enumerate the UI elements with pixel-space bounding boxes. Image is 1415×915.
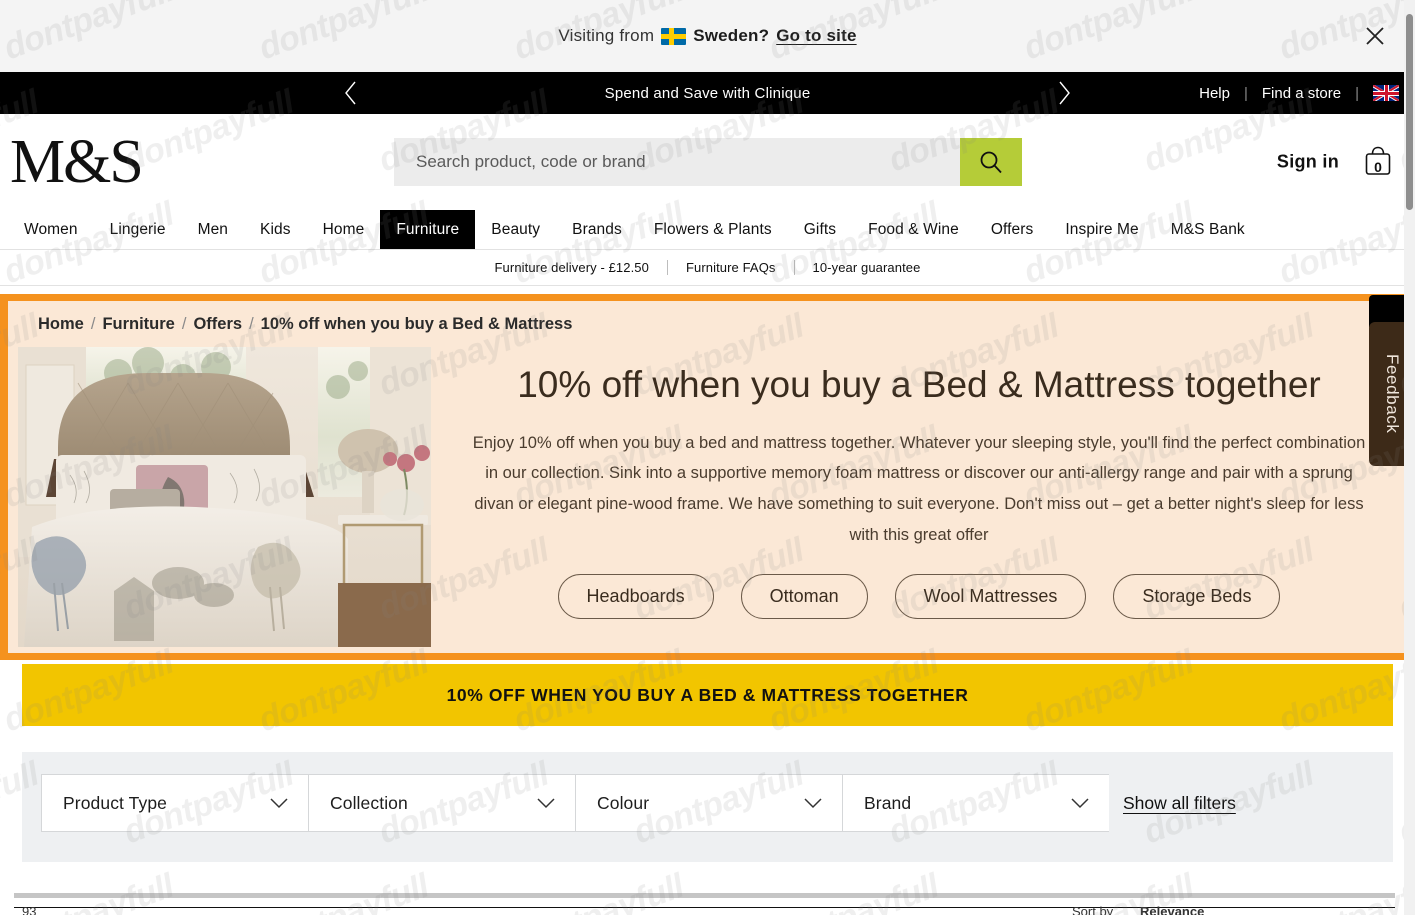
- bag-count: 0: [1374, 159, 1382, 175]
- results-scrollbar[interactable]: [14, 893, 1395, 898]
- sign-in-link[interactable]: Sign in: [1277, 152, 1339, 173]
- pill-storage-beds[interactable]: Storage Beds: [1113, 574, 1281, 620]
- hero-copy: 10% off when you buy a Bed & Mattress to…: [431, 347, 1407, 647]
- sort-by-label: Sort by: [1072, 904, 1114, 915]
- geo-banner-lead: Visiting from: [558, 26, 655, 45]
- chevron-down-icon: [1071, 798, 1089, 809]
- offer-banner: 10% OFF WHEN YOU BUY A BED & MATTRESS TO…: [22, 664, 1393, 726]
- filter-bar: Product Type Collection Colour Brand Sho…: [22, 752, 1393, 862]
- filter-colour[interactable]: Colour: [575, 774, 842, 832]
- nav-item-flowers-plants[interactable]: Flowers & Plants: [638, 210, 788, 249]
- promo-carousel: Spend and Save with Clinique Help | Find…: [0, 72, 1415, 114]
- breadcrumb-separator-1: /: [90, 315, 96, 333]
- feedback-tab-label: Feedback: [1383, 354, 1402, 434]
- show-all-filters-link[interactable]: Show all filters: [1123, 793, 1236, 814]
- hero-body: 10% off when you buy a Bed & Mattress to…: [8, 334, 1407, 647]
- breadcrumb-offers[interactable]: Offers: [193, 315, 242, 334]
- nav-item-inspire-me[interactable]: Inspire Me: [1049, 210, 1154, 249]
- chevron-down-icon: [537, 798, 555, 809]
- nav-item-home[interactable]: Home: [307, 210, 381, 249]
- breadcrumb-separator-2: /: [181, 315, 187, 333]
- sort-by-value[interactable]: Relevance: [1140, 904, 1204, 915]
- search-input[interactable]: [394, 138, 960, 186]
- nav-item-ms-bank[interactable]: M&S Bank: [1155, 210, 1261, 249]
- subnav-ten-year-guarantee[interactable]: 10-year guarantee: [795, 260, 939, 275]
- page-scrollbar-thumb[interactable]: [1406, 14, 1413, 210]
- promo-utility-links: Help | Find a store |: [1185, 85, 1399, 102]
- filter-brand-label: Brand: [864, 792, 912, 813]
- hero-title: 10% off when you buy a Bed & Mattress to…: [517, 364, 1321, 405]
- site-header: M&S Sign in 0: [0, 114, 1415, 210]
- breadcrumb: Home / Furniture / Offers / 10% off when…: [8, 301, 1407, 334]
- search-bar: [394, 138, 1022, 186]
- breadcrumb-separator-3: /: [249, 315, 254, 333]
- breadcrumb-current: 10% off when you buy a Bed & Mattress: [260, 315, 573, 333]
- hero-description: Enjoy 10% off when you buy a bed and mat…: [472, 433, 1366, 544]
- chevron-down-icon: [804, 798, 822, 809]
- geo-redirect-banner: Visiting from Sweden? Go to site: [0, 0, 1415, 72]
- flag-sweden-icon: [661, 27, 687, 45]
- pill-headboards[interactable]: Headboards: [557, 574, 714, 620]
- nav-item-offers[interactable]: Offers: [975, 210, 1050, 249]
- filter-colour-label: Colour: [597, 792, 650, 813]
- breadcrumb-furniture[interactable]: Furniture: [102, 315, 174, 334]
- carousel-next-icon[interactable]: [1041, 72, 1087, 114]
- offer-banner-text: 10% OFF WHEN YOU BUY A BED & MATTRESS TO…: [446, 684, 969, 705]
- page-scrollbar[interactable]: [1404, 0, 1415, 915]
- subnav-furniture-faqs[interactable]: Furniture FAQs: [668, 260, 794, 275]
- filter-brand[interactable]: Brand: [842, 774, 1109, 832]
- hero-bedroom-image: [18, 347, 431, 647]
- geo-banner-text: Visiting from Sweden? Go to site: [558, 26, 856, 46]
- search-button[interactable]: [960, 138, 1022, 186]
- results-count: 93: [22, 904, 37, 915]
- help-link[interactable]: Help: [1185, 85, 1244, 102]
- go-to-site-link[interactable]: Go to site: [776, 26, 856, 46]
- furniture-subnav: Furniture delivery - £12.50 Furniture FA…: [0, 250, 1415, 286]
- nav-item-brands[interactable]: Brands: [556, 210, 638, 249]
- filter-product-type[interactable]: Product Type: [41, 774, 308, 832]
- pill-ottoman[interactable]: Ottoman: [740, 574, 868, 620]
- nav-item-gifts[interactable]: Gifts: [788, 210, 852, 249]
- subnav-furniture-delivery[interactable]: Furniture delivery - £12.50: [477, 260, 667, 275]
- nav-item-lingerie[interactable]: Lingerie: [94, 210, 182, 249]
- nav-item-women[interactable]: Women: [8, 210, 94, 249]
- nav-item-beauty[interactable]: Beauty: [475, 210, 556, 249]
- nav-item-men[interactable]: Men: [182, 210, 244, 249]
- nav-item-kids[interactable]: Kids: [244, 210, 307, 249]
- hero-category-pills: Headboards Ottoman Wool Mattresses Stora…: [461, 574, 1377, 620]
- main-navigation: Women Lingerie Men Kids Home Furniture B…: [0, 210, 1415, 250]
- chevron-down-icon: [270, 798, 288, 809]
- nav-item-food-wine[interactable]: Food & Wine: [852, 210, 975, 249]
- filter-row: Product Type Collection Colour Brand Sho…: [22, 774, 1393, 832]
- pill-wool-mattresses[interactable]: Wool Mattresses: [894, 574, 1087, 620]
- close-icon[interactable]: [1361, 22, 1389, 50]
- geo-banner-country: Sweden?: [693, 26, 770, 45]
- find-a-store-link[interactable]: Find a store: [1248, 85, 1355, 102]
- hero-promotion-panel: Home / Furniture / Offers / 10% off when…: [0, 294, 1415, 660]
- filter-collection[interactable]: Collection: [308, 774, 575, 832]
- flag-uk-icon[interactable]: [1373, 85, 1399, 101]
- filter-product-type-label: Product Type: [63, 792, 167, 813]
- results-bar-cutoff: 93 Sort by Relevance: [0, 891, 1415, 915]
- shopping-bag-button[interactable]: 0: [1361, 143, 1395, 181]
- filter-collection-label: Collection: [330, 792, 408, 813]
- promo-separator-2: |: [1355, 84, 1359, 102]
- nav-item-furniture[interactable]: Furniture: [380, 210, 476, 249]
- ms-logo[interactable]: M&S: [10, 131, 144, 193]
- breadcrumb-home[interactable]: Home: [38, 315, 84, 334]
